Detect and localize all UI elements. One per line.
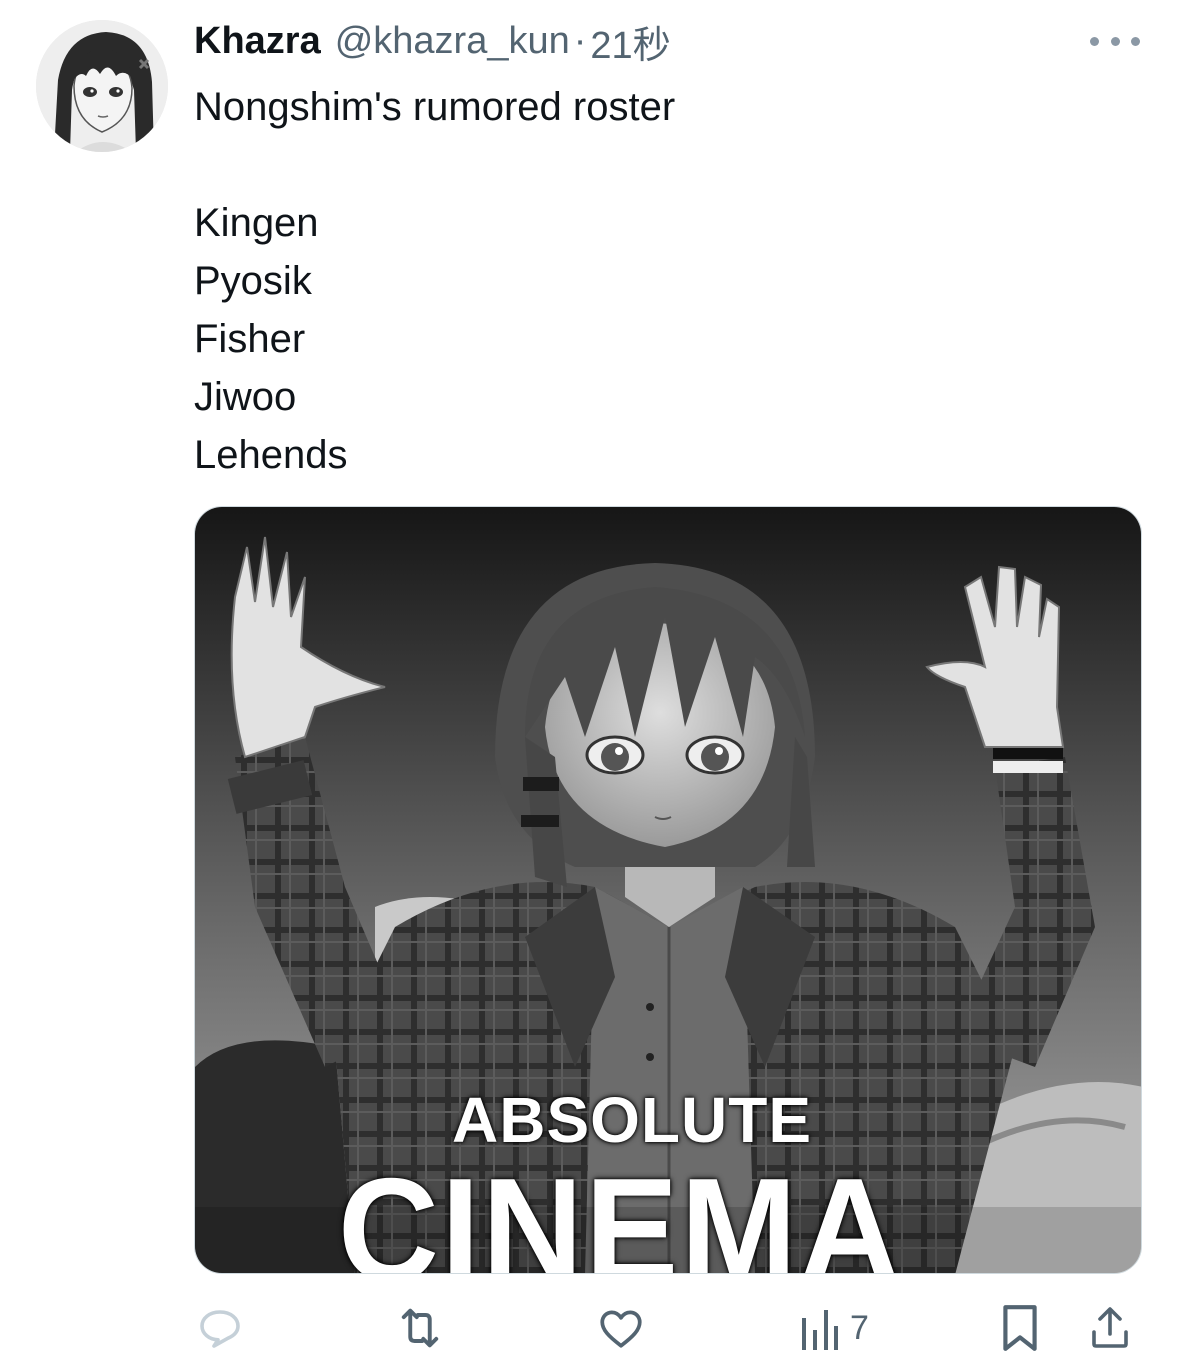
timestamp[interactable]: 21秒 [590,14,670,69]
share-button[interactable] [1086,1300,1134,1356]
retweet-button[interactable] [394,1300,446,1356]
views-count: 7 [850,1308,869,1347]
bookmark-icon [1003,1305,1037,1351]
views-button[interactable]: 7 [800,1300,869,1356]
tweet-line: Jiwoo [194,375,297,419]
reply-button[interactable] [196,1300,244,1356]
tweet-action-bar: 7 [0,1300,1179,1356]
tweet-header: Khazra @khazra_kun · 21秒 [194,14,671,68]
avatar[interactable] [36,20,168,152]
avatar-image [36,20,168,152]
separator-dot: · [573,19,587,62]
tweet-line: Nongshim's rumored roster [194,85,676,129]
like-button[interactable] [596,1300,646,1356]
display-name[interactable]: Khazra [194,20,321,63]
share-icon [1092,1307,1128,1348]
tweet-line: Pyosik [194,259,312,303]
heart-icon [600,1310,642,1348]
tweet-line: Kingen [194,201,319,245]
meme-caption-bottom: CINEMA [337,1147,903,1274]
tweet-line: Fisher [194,317,306,361]
tweet-media-image[interactable]: ABSOLUTE CINEMA [194,506,1142,1274]
bookmark-button[interactable] [998,1300,1042,1356]
tweet-line: Lehends [194,433,348,477]
retweet-icon [401,1308,439,1348]
more-options-icon[interactable] [1090,26,1140,56]
reply-icon [200,1310,240,1348]
views-icon [802,1310,838,1350]
user-handle[interactable]: @khazra_kun [335,20,570,63]
tweet-text: Nongshim's rumored roster Kingen Pyosik … [194,78,675,484]
